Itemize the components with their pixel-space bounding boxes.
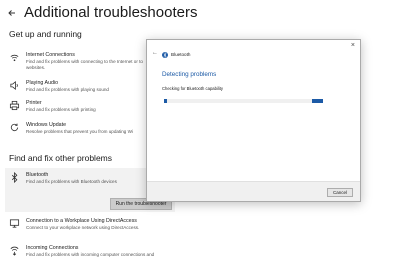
item-title: Connection to a Workplace Using DirectAc…	[26, 218, 137, 224]
workplace-connection-icon	[9, 219, 20, 228]
troubleshooter-internet-connections[interactable]: Internet Connections Find and fix proble…	[6, 52, 150, 70]
troubleshooter-windows-update[interactable]: Windows Update Resolve problems that pre…	[6, 122, 150, 136]
dialog-title: Bluetooth	[171, 52, 191, 57]
item-description: Find and fix problems with playing sound	[26, 87, 109, 92]
progress-chunk	[312, 99, 323, 103]
dialog-footer: Cancel	[147, 181, 360, 201]
troubleshooter-playing-audio[interactable]: Playing Audio Find and fix problems with…	[6, 80, 150, 94]
troubleshooter-directaccess[interactable]: Connection to a Workplace Using DirectAc…	[6, 218, 150, 236]
item-description: Find and fix problems with printing	[26, 107, 96, 112]
close-icon[interactable]: ×	[351, 42, 355, 49]
item-title: Bluetooth	[26, 172, 49, 178]
dialog-status-text: Checking for Bluetooth capability	[162, 86, 223, 91]
progress-chunk	[164, 99, 167, 103]
item-description: Find and fix problems with Bluetooth dev…	[26, 179, 117, 184]
troubleshooter-bluetooth[interactable]: Bluetooth Find and fix problems with Blu…	[6, 172, 150, 188]
printer-icon	[9, 100, 20, 111]
item-title: Printer	[26, 100, 42, 106]
cancel-button[interactable]: Cancel	[327, 188, 353, 197]
item-title: Windows Update	[26, 122, 67, 128]
back-arrow-icon[interactable]	[6, 7, 18, 19]
wifi-icon	[10, 54, 19, 62]
item-description: Resolve problems that prevent you from u…	[26, 129, 133, 134]
troubleshooter-dialog: ← Bluetooth × Detecting problems Checkin…	[146, 39, 361, 202]
item-description: Find and fix problems with connecting to…	[26, 59, 143, 70]
troubleshooter-printer[interactable]: Printer Find and fix problems with print…	[6, 100, 150, 114]
refresh-icon	[10, 123, 19, 132]
progress-bar	[164, 99, 323, 103]
speaker-icon	[10, 80, 18, 91]
bluetooth-icon	[11, 172, 18, 183]
section-heading-get-up-running: Get up and running	[9, 29, 82, 39]
troubleshooter-incoming-connections[interactable]: Incoming Connections Find and fix proble…	[6, 245, 154, 259]
incoming-connection-icon	[10, 246, 19, 256]
dialog-back-icon[interactable]: ←	[152, 50, 158, 56]
section-heading-find-fix-other: Find and fix other problems	[9, 153, 112, 163]
item-title: Incoming Connections	[26, 245, 79, 251]
item-description: Connect to your workplace network using …	[26, 225, 140, 230]
item-title: Internet Connections	[26, 52, 75, 58]
bluetooth-icon	[162, 51, 168, 59]
page-title: Additional troubleshooters	[24, 4, 198, 21]
item-description: Find and fix problems with incoming comp…	[26, 252, 155, 257]
dialog-heading: Detecting problems	[162, 71, 217, 78]
item-title: Playing Audio	[26, 80, 59, 86]
